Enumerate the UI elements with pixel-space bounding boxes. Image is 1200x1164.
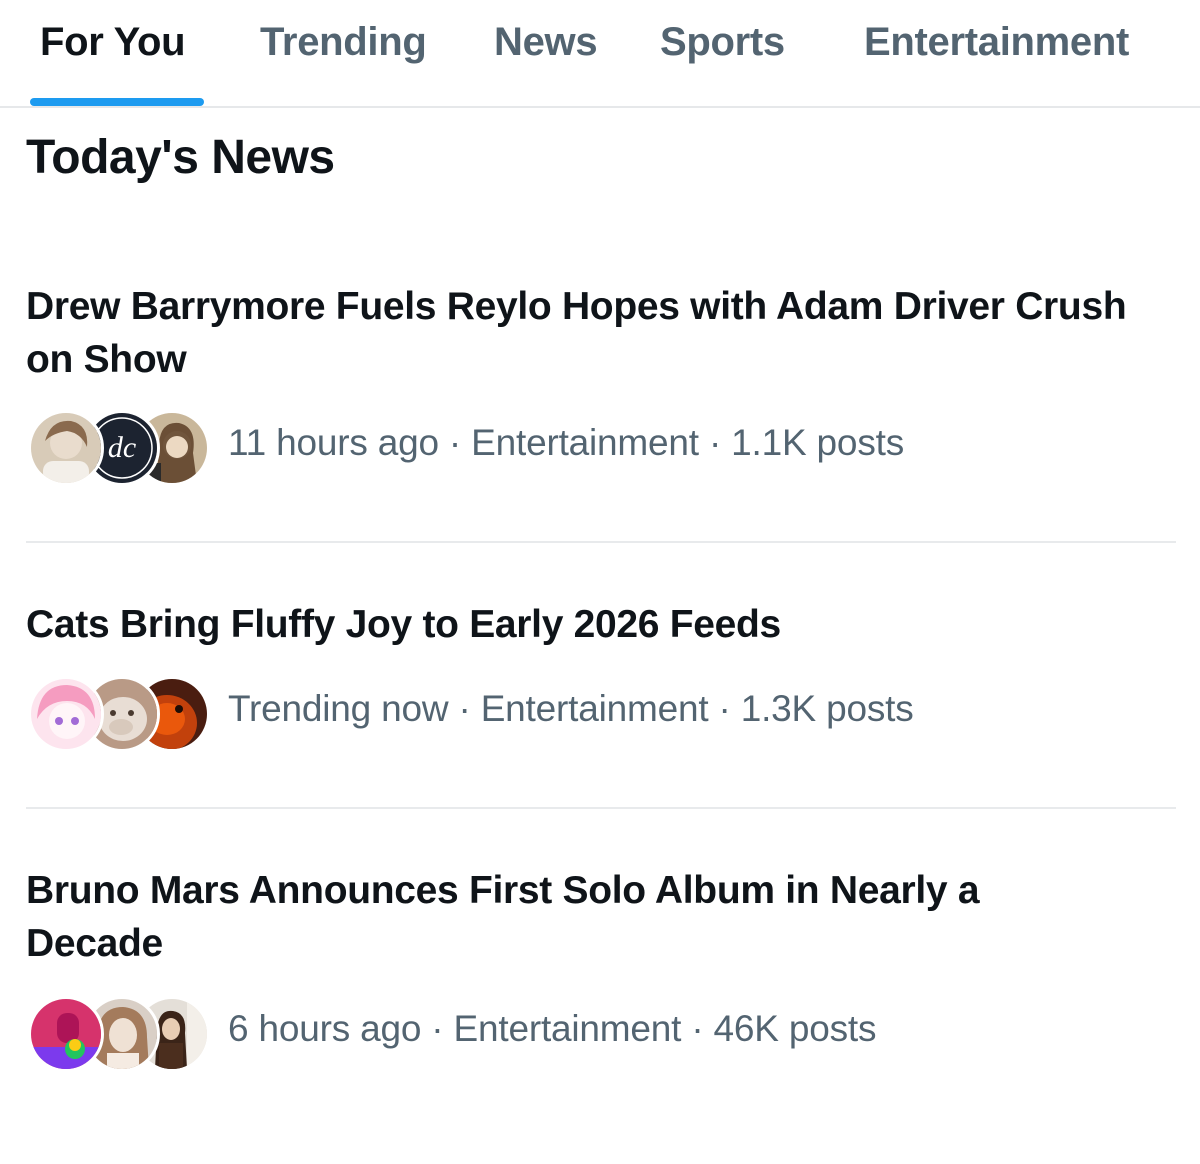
tab-for-you[interactable]: For You — [40, 20, 186, 108]
story-meta: 6 hours ago · Entertainment · 46K posts — [228, 1008, 877, 1049]
section-title: Today's News — [26, 131, 335, 184]
avatar — [28, 676, 104, 752]
avatar-stack: dc — [28, 408, 210, 486]
story-meta-row: dc 11 hours ago · Entertainment · 1.1K p… — [28, 408, 1128, 486]
story-meta: Trending now · Entertainment · 1.3K post… — [228, 688, 914, 729]
tab-trending[interactable]: Trending — [260, 20, 427, 108]
tab-entertainment[interactable]: Entertainment — [864, 20, 1129, 108]
news-story-item[interactable]: Bruno Mars Announces First Solo Album in… — [26, 864, 1176, 1074]
story-meta-row: Trending now · Entertainment · 1.3K post… — [28, 674, 1128, 752]
avatar-stack — [28, 674, 210, 752]
tab-sports[interactable]: Sports — [660, 20, 785, 108]
divider — [26, 541, 1176, 543]
story-headline[interactable]: Cats Bring Fluffy Joy to Early 2026 Feed… — [26, 598, 1146, 651]
story-headline[interactable]: Bruno Mars Announces First Solo Album in… — [26, 864, 1066, 970]
story-meta: 11 hours ago · Entertainment · 1.1K post… — [228, 422, 904, 463]
avatar-stack — [28, 994, 210, 1072]
active-tab-indicator — [30, 98, 204, 106]
news-story-item[interactable]: Drew Barrymore Fuels Reylo Hopes with Ad… — [26, 280, 1176, 510]
divider — [26, 807, 1176, 809]
story-meta-row: 6 hours ago · Entertainment · 46K posts — [28, 994, 1128, 1072]
news-story-item[interactable]: Cats Bring Fluffy Joy to Early 2026 Feed… — [26, 598, 1176, 778]
top-tab-bar: For You Trending News Sports Entertainme… — [0, 0, 1200, 108]
avatar — [28, 410, 104, 486]
avatar — [28, 996, 104, 1072]
story-headline[interactable]: Drew Barrymore Fuels Reylo Hopes with Ad… — [26, 280, 1146, 386]
tab-news[interactable]: News — [494, 20, 598, 108]
